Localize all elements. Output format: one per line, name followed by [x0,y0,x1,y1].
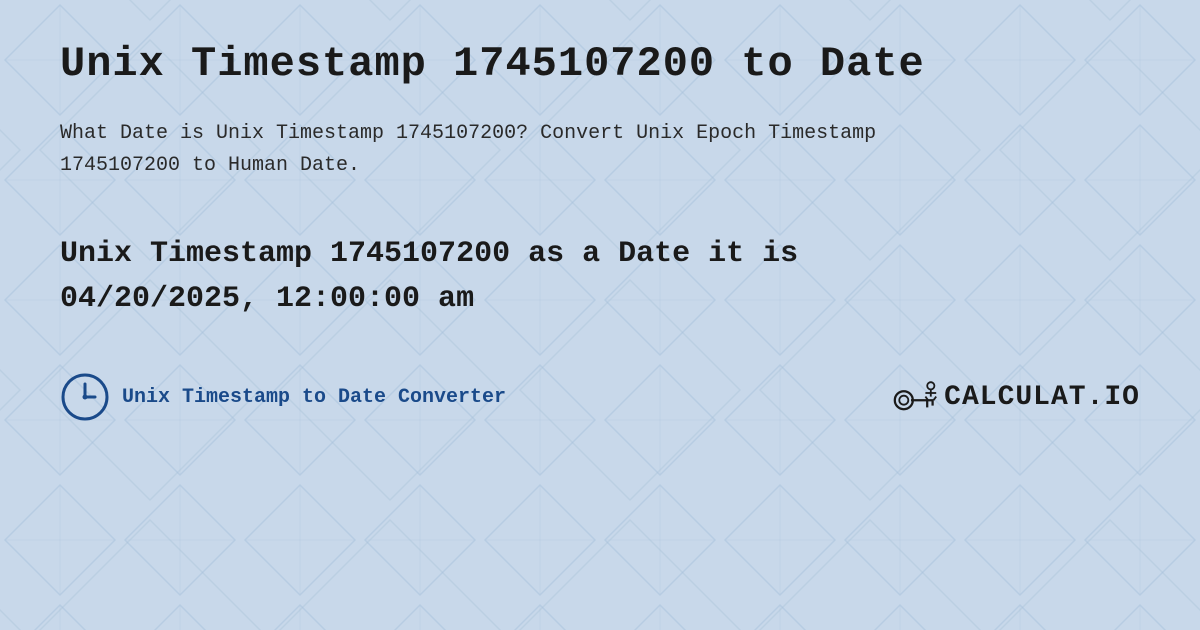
footer-left: Unix Timestamp to Date Converter [60,372,506,422]
calculatio-icon [893,380,938,415]
footer: Unix Timestamp to Date Converter CALCULA… [60,372,1140,422]
page-title: Unix Timestamp 1745107200 to Date [60,40,1140,88]
logo-container: CALCULAT.IO [893,380,1140,415]
page-description: What Date is Unix Timestamp 1745107200? … [60,118,960,182]
result-line2: 04/20/2025, 12:00:00 am [60,282,474,316]
result-text: Unix Timestamp 1745107200 as a Date it i… [60,232,1140,322]
footer-link-text[interactable]: Unix Timestamp to Date Converter [122,386,506,409]
result-line1: Unix Timestamp 1745107200 as a Date it i… [60,237,798,271]
clock-icon [60,372,110,422]
logo-text: CALCULAT.IO [944,382,1140,413]
result-section: Unix Timestamp 1745107200 as a Date it i… [60,232,1140,322]
